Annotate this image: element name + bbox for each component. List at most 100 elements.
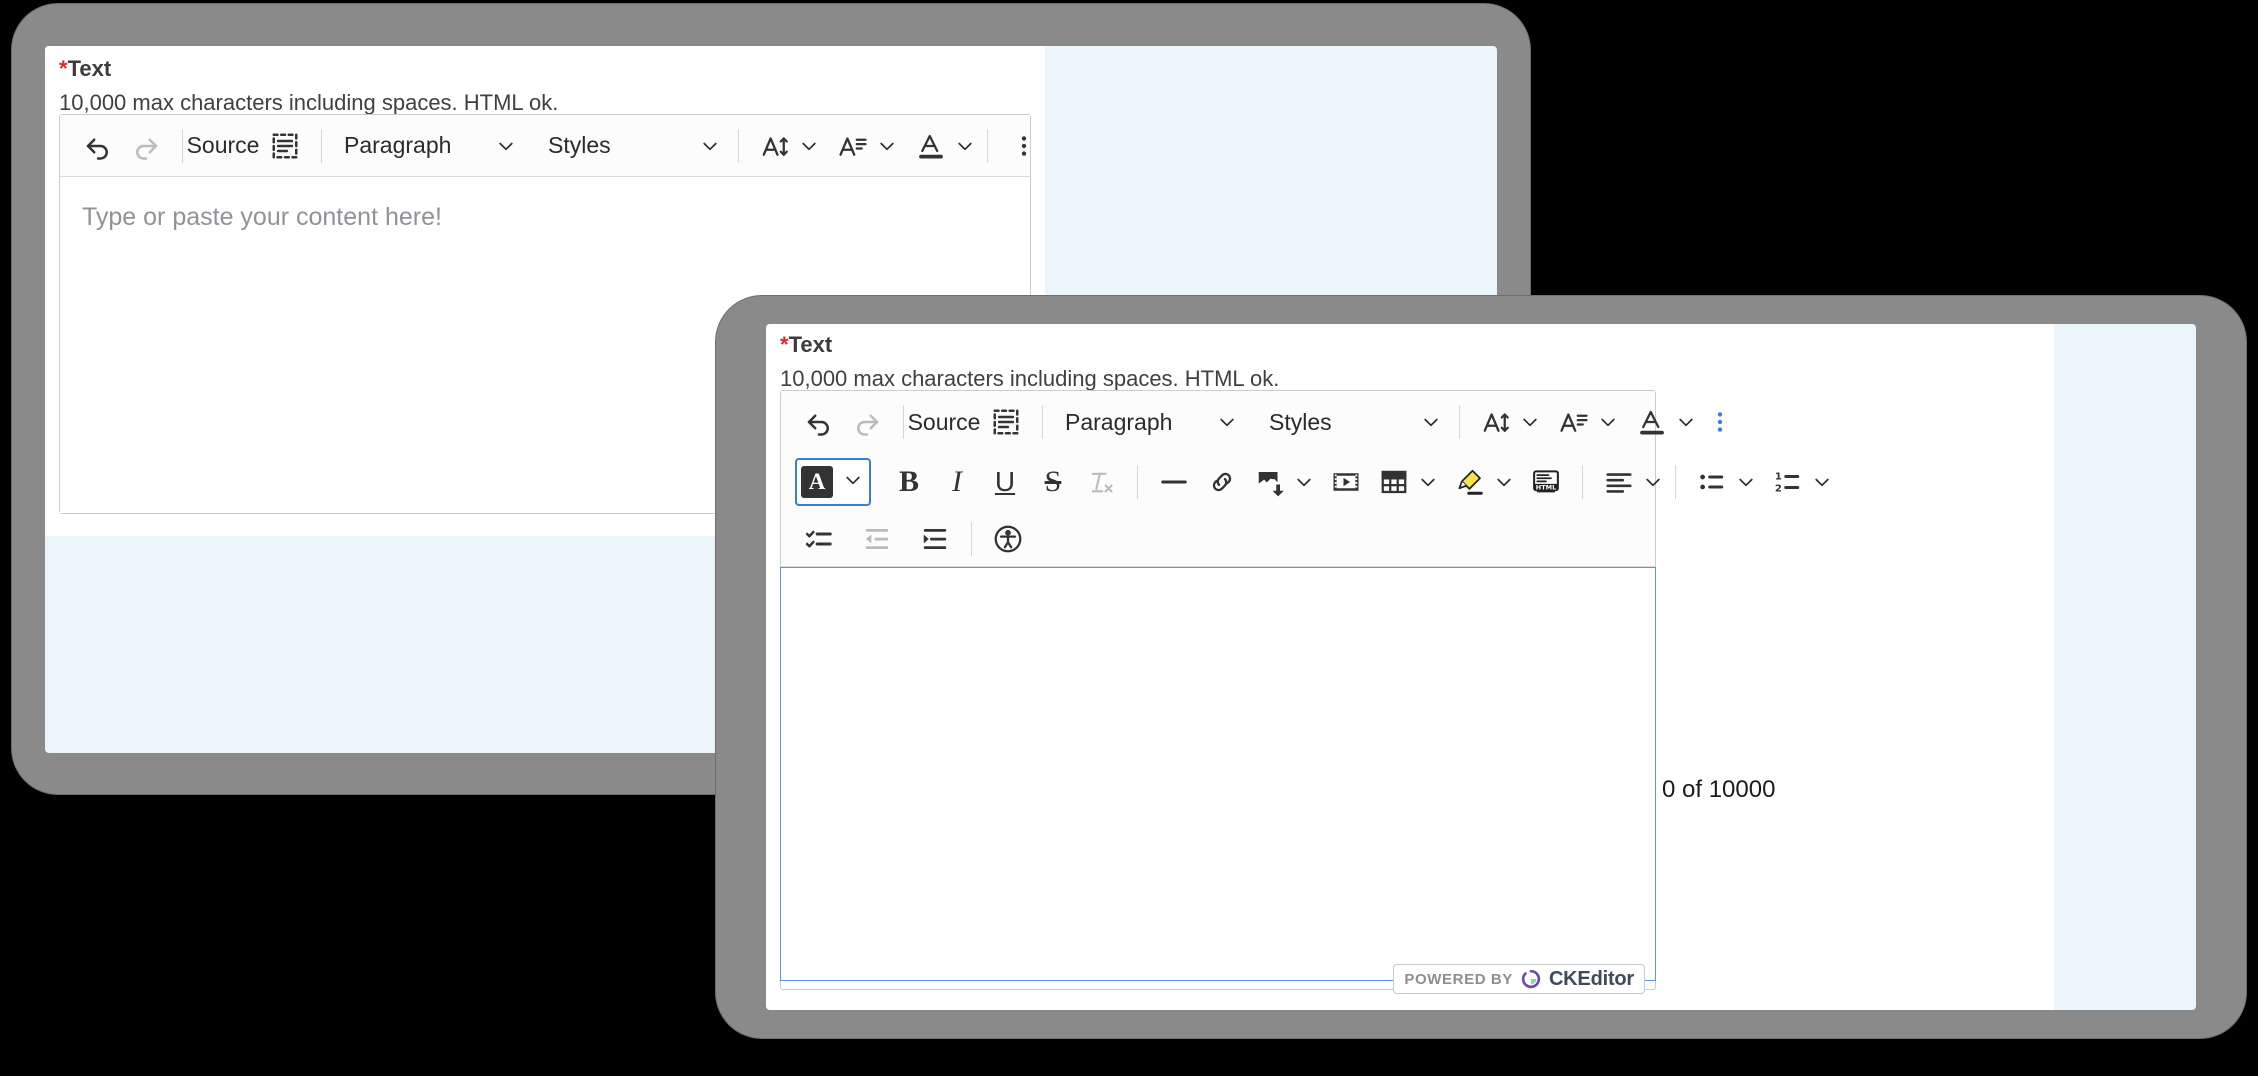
styles-label: Styles	[1269, 408, 1332, 435]
character-counter: 0 of 10000	[1662, 776, 1776, 803]
undo-icon[interactable]	[74, 122, 122, 170]
back-editor-placeholder: Type or paste your content here!	[82, 203, 442, 231]
front-editor-card: *Text 10,000 max characters including sp…	[766, 324, 2054, 1010]
front-field-label: *Text	[780, 334, 832, 356]
paragraph-format-label: Paragraph	[344, 132, 452, 158]
front-editor-content[interactable]: POWERED BY CKEditor	[780, 567, 1656, 994]
screenshot-stage: *Text 10,000 max characters including sp…	[0, 0, 2258, 1076]
back-field-label: *Text	[59, 58, 111, 80]
chevron-down-icon[interactable]	[1520, 398, 1540, 446]
text-alignment-icon[interactable]	[1595, 458, 1643, 506]
font-size-icon[interactable]	[1472, 398, 1520, 446]
chevron-down-icon[interactable]	[1812, 458, 1832, 506]
front-toolbar-row-2: A B I U S HTML 1 2	[781, 453, 1829, 511]
insert-table-icon[interactable]	[1370, 458, 1418, 506]
toolbar-separator	[321, 128, 322, 163]
source-button-label: Source	[907, 408, 981, 435]
show-blocks-icon[interactable]	[261, 122, 309, 170]
front-ckeditor-shell: Source Paragraph Styles A B I U S HTML 1…	[780, 390, 1829, 994]
redo-icon[interactable]	[122, 122, 170, 170]
source-button[interactable]: Source	[187, 122, 260, 170]
back-field-help: 10,000 max characters including spaces. …	[59, 90, 559, 115]
show-fewer-items-icon[interactable]	[1696, 398, 1744, 446]
chevron-down-icon[interactable]	[1736, 458, 1756, 506]
html-embed-icon[interactable]: HTML	[1522, 458, 1570, 506]
chevron-down-icon[interactable]	[1598, 398, 1618, 446]
bold-glyph: B	[898, 465, 919, 498]
insert-image-icon[interactable]	[1246, 458, 1294, 506]
numbered-list-icon[interactable]: 1 2	[1764, 458, 1812, 506]
remove-format-icon[interactable]	[1077, 458, 1125, 506]
show-more-items-icon[interactable]	[1000, 122, 1048, 170]
horizontal-line-icon[interactable]	[1150, 458, 1198, 506]
insert-media-icon[interactable]	[1322, 458, 1370, 506]
font-background-color-swatch: A	[801, 466, 833, 498]
link-icon[interactable]	[1198, 458, 1246, 506]
font-color-icon[interactable]	[1628, 398, 1676, 446]
styles-dropdown[interactable]: Styles	[538, 122, 726, 170]
chevron-down-icon	[843, 470, 863, 495]
chevron-down-icon[interactable]	[877, 122, 897, 170]
front-device-screen: *Text 10,000 max characters including sp…	[766, 324, 2196, 1010]
svg-text:2: 2	[1775, 483, 1782, 494]
redo-icon[interactable]	[843, 398, 891, 446]
chevron-down-icon	[1421, 412, 1441, 432]
front-field-help: 10,000 max characters including spaces. …	[780, 366, 1280, 391]
chevron-down-icon	[700, 136, 720, 156]
chevron-down-icon[interactable]	[1643, 458, 1663, 506]
bulleted-list-icon[interactable]	[1688, 458, 1736, 506]
font-family-icon[interactable]	[829, 122, 877, 170]
toolbar-separator	[1582, 465, 1583, 499]
styles-label: Styles	[548, 132, 611, 158]
ckeditor-logo-icon	[1521, 969, 1541, 989]
decrease-indent-icon[interactable]	[853, 515, 901, 563]
required-asterisk: *	[59, 56, 68, 81]
styles-dropdown[interactable]: Styles	[1259, 398, 1447, 446]
chevron-down-icon[interactable]	[1294, 458, 1314, 506]
italic-glyph: I	[952, 465, 962, 498]
underline-button[interactable]: U	[981, 458, 1029, 506]
toolbar-separator	[738, 128, 739, 163]
ckeditor-brand-label: CKEditor	[1548, 967, 1634, 990]
undo-icon[interactable]	[795, 398, 843, 446]
front-device-bezel: *Text 10,000 max characters including sp…	[716, 296, 2246, 1038]
chevron-down-icon	[1217, 412, 1237, 432]
chevron-down-icon	[496, 136, 516, 156]
front-toolbar-row-3	[781, 511, 1655, 567]
increase-indent-icon[interactable]	[911, 515, 959, 563]
underline-glyph: U	[994, 466, 1016, 497]
field-label-text: Text	[788, 332, 833, 357]
front-editor-placeholder	[781, 568, 1655, 594]
font-background-color-button[interactable]: A	[795, 458, 871, 506]
toolbar-separator	[1459, 405, 1460, 439]
paragraph-format-dropdown[interactable]: Paragraph	[334, 122, 522, 170]
highlight-icon[interactable]	[1446, 458, 1494, 506]
chevron-down-icon[interactable]	[1418, 458, 1438, 506]
chevron-down-icon[interactable]	[799, 122, 819, 170]
strikethrough-glyph: S	[1044, 465, 1062, 498]
paragraph-format-dropdown[interactable]: Paragraph	[1055, 398, 1243, 446]
todo-list-icon[interactable]	[795, 515, 843, 563]
ckeditor-powered-by-badge[interactable]: POWERED BY CKEditor	[1393, 964, 1645, 994]
field-label-text: Text	[67, 56, 112, 81]
font-color-icon[interactable]	[907, 122, 955, 170]
powered-by-label: POWERED BY	[1404, 970, 1513, 988]
bold-button[interactable]: B	[885, 458, 933, 506]
font-size-icon[interactable]	[751, 122, 799, 170]
source-button[interactable]: Source	[908, 398, 981, 446]
chevron-down-icon[interactable]	[1494, 458, 1514, 506]
back-toolbar-row-1: Source Paragraph Styles	[60, 115, 1030, 177]
svg-text:1: 1	[1775, 472, 1782, 483]
italic-button[interactable]: I	[933, 458, 981, 506]
chevron-down-icon[interactable]	[955, 122, 975, 170]
paragraph-format-label: Paragraph	[1065, 408, 1173, 435]
required-asterisk: *	[780, 332, 789, 357]
source-button-label: Source	[186, 132, 260, 158]
font-family-icon[interactable]	[1550, 398, 1598, 446]
strikethrough-button[interactable]: S	[1029, 458, 1077, 506]
chevron-down-icon[interactable]	[1676, 398, 1696, 446]
toolbar-separator	[987, 128, 988, 163]
accessibility-help-icon[interactable]	[984, 515, 1032, 563]
show-blocks-icon[interactable]	[982, 398, 1030, 446]
toolbar-separator	[1675, 465, 1676, 499]
